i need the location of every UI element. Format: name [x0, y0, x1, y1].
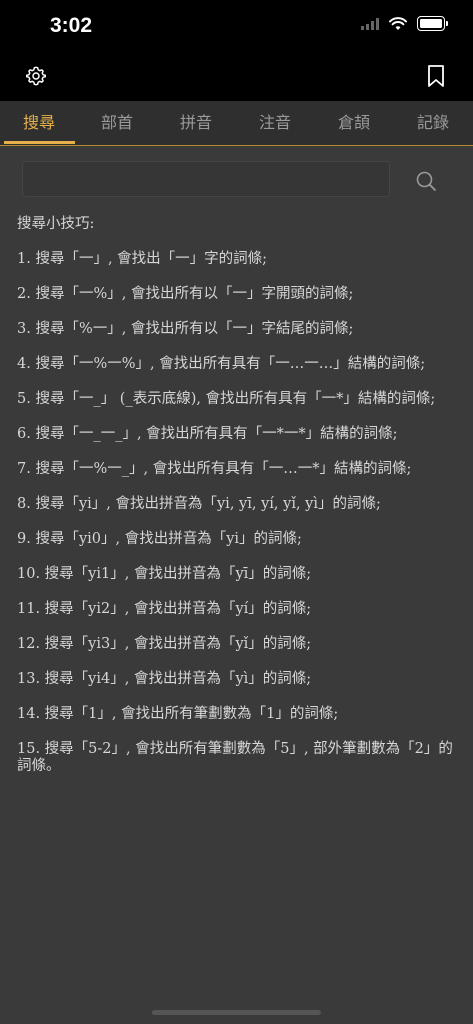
- wifi-icon: [389, 16, 407, 30]
- tab-zhuyin[interactable]: 注音: [240, 101, 310, 145]
- tips-title: 搜尋小技巧:: [17, 216, 95, 232]
- tip-item: 14. 搜尋「1」, 會找出所有筆劃數為「1」的詞條;: [17, 706, 339, 722]
- search-button[interactable]: [414, 169, 438, 193]
- tip-item: 11. 搜尋「yi2」, 會找出拼音為「yí」的詞條;: [17, 601, 312, 617]
- status-icons: [361, 16, 448, 31]
- tab-history[interactable]: 記錄: [398, 101, 468, 145]
- cellular-signal-icon: [361, 17, 379, 30]
- search-tips: 搜尋小技巧: 1. 搜尋「一」, 會找出「一」字的詞條; 2. 搜尋「一%」, …: [17, 216, 455, 793]
- tip-item: 9. 搜尋「yi0」, 會找出拼音為「yi」的詞條;: [17, 531, 302, 547]
- tip-item: 13. 搜尋「yi4」, 會找出拼音為「yì」的詞條;: [17, 671, 312, 687]
- bookmark-button[interactable]: [424, 64, 448, 88]
- tip-item: 7. 搜尋「一%一_」, 會找出所有具有「一…一*」結構的詞條;: [17, 461, 412, 477]
- search-row: [0, 145, 473, 215]
- status-bar: 3:02: [0, 0, 473, 50]
- tip-item: 2. 搜尋「一%」, 會找出所有以「一」字開頭的詞條;: [17, 286, 354, 302]
- active-tab-indicator: [4, 141, 75, 144]
- home-indicator: [152, 1010, 321, 1015]
- tip-item: 15. 搜尋「5-2」, 會找出所有筆劃數為「5」, 部外筆劃數為「2」的詞條。: [17, 741, 453, 774]
- status-time: 3:02: [50, 14, 93, 37]
- search-icon: [416, 171, 436, 191]
- tab-pinyin[interactable]: 拼音: [161, 101, 231, 145]
- tip-item: 1. 搜尋「一」, 會找出「一」字的詞條;: [17, 251, 268, 267]
- gear-icon: [26, 66, 46, 86]
- bookmark-icon: [428, 65, 444, 87]
- tip-item: 6. 搜尋「一_一_」, 會找出所有具有「一*一*」結構的詞條;: [17, 426, 398, 442]
- tab-search[interactable]: 搜尋: [4, 101, 74, 145]
- search-input[interactable]: [22, 161, 390, 197]
- tip-item: 5. 搜尋「一_」 (_表示底線), 會找出所有具有「一*」結構的詞條;: [17, 391, 436, 407]
- tab-radical[interactable]: 部首: [82, 101, 152, 145]
- tip-item: 4. 搜尋「一%一%」, 會找出所有具有「一…一…」結構的詞條;: [17, 356, 426, 372]
- tip-item: 3. 搜尋「%一」, 會找出所有以「一」字結尾的詞條;: [17, 321, 354, 337]
- tab-bar: 搜尋 部首 拼音 注音 倉頡 記錄: [0, 101, 473, 146]
- tip-item: 10. 搜尋「yi1」, 會找出拼音為「yī」的詞條;: [17, 566, 312, 582]
- settings-button[interactable]: [24, 64, 48, 88]
- tab-cangjie[interactable]: 倉頡: [319, 101, 389, 145]
- battery-icon: [417, 16, 448, 31]
- tip-item: 12. 搜尋「yi3」, 會找出拼音為「yǐ」的詞條;: [17, 636, 312, 652]
- tip-item: 8. 搜尋「yi」, 會找出拼音為「yi, yī, yí, yǐ, yì」的詞條…: [17, 496, 381, 512]
- nav-bar: [0, 50, 473, 101]
